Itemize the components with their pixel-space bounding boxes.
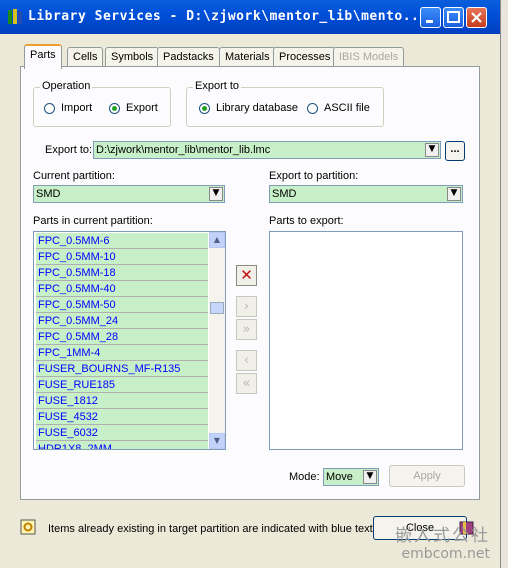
add-button[interactable]: ›	[236, 296, 257, 317]
parts-list-scrollbar[interactable]: ▲ ▼	[209, 232, 225, 449]
list-item[interactable]: FPC_0.5MM_28	[36, 329, 208, 345]
list-item[interactable]: FPC_1MM-4	[36, 345, 208, 361]
watermark: 嵌入式公社 embcom.net	[395, 521, 490, 562]
import-label: Import	[61, 102, 93, 114]
tab-processes[interactable]: Processes	[273, 47, 337, 67]
list-item[interactable]: FPC_0.5MM-50	[36, 297, 208, 313]
chevron-down-icon[interactable]: ▼	[209, 187, 223, 201]
app-icon	[8, 9, 22, 24]
export-to-group-label: Export to	[193, 80, 242, 92]
browse-button[interactable]: ...	[445, 141, 465, 161]
list-item[interactable]: FPC_0.5MM-18	[36, 265, 208, 281]
library-services-window: Library Services - D:\zjwork\mentor_lib\…	[0, 0, 500, 568]
import-radio[interactable]	[44, 103, 55, 114]
export-radio[interactable]	[109, 103, 120, 114]
mode-value: Move	[326, 471, 353, 483]
return-all-button[interactable]: «	[236, 373, 257, 394]
add-all-button[interactable]: »	[236, 319, 257, 340]
export-path-combo[interactable]: D:\zjwork\mentor_lib\mentor_lib.lmc ▼	[93, 141, 441, 159]
title-bar[interactable]: Library Services - D:\zjwork\mentor_lib\…	[0, 0, 500, 34]
info-icon	[20, 519, 36, 535]
parts-list-label: Parts in current partition:	[33, 215, 153, 227]
return-button[interactable]: ‹	[236, 350, 257, 371]
remove-button[interactable]: ✕	[236, 265, 257, 286]
minimize-button[interactable]	[420, 7, 441, 28]
mode-select[interactable]: Move ▼	[323, 468, 379, 486]
scroll-up-icon[interactable]: ▲	[209, 232, 225, 248]
list-item[interactable]: FUSER_BOURNS_MF-R135	[36, 361, 208, 377]
operation-group: Operation Import Export	[33, 80, 171, 127]
tab-cells[interactable]: Cells	[67, 47, 104, 67]
list-item[interactable]: FUSE_4532	[36, 409, 208, 425]
list-item[interactable]: FPC_0.5MM-10	[36, 249, 208, 265]
double-chevron-left-icon: «	[242, 376, 251, 391]
export-partition-label: Export to partition:	[269, 170, 359, 182]
close-window-button[interactable]	[466, 7, 487, 28]
close-icon	[471, 12, 482, 23]
ascii-file-label: ASCII file	[324, 102, 370, 114]
parts-listbox[interactable]: FPC_0.5MM-6 FPC_0.5MM-10 FPC_0.5MM-18 FP…	[33, 231, 226, 450]
chevron-down-icon[interactable]: ▼	[425, 143, 439, 157]
maximize-icon	[447, 11, 460, 23]
chevron-down-icon[interactable]: ▼	[447, 187, 461, 201]
export-partition-select[interactable]: SMD ▼	[269, 185, 463, 203]
apply-button[interactable]: Apply	[389, 465, 465, 487]
chevron-down-icon[interactable]: ▼	[363, 470, 377, 484]
list-item[interactable]: FPC_0.5MM_24	[36, 313, 208, 329]
background-window-edge	[500, 0, 508, 568]
current-partition-label: Current partition:	[33, 170, 115, 182]
list-item[interactable]: FUSE_1812	[36, 393, 208, 409]
scroll-down-icon[interactable]: ▼	[209, 433, 225, 449]
current-partition-select[interactable]: SMD ▼	[33, 185, 225, 203]
watermark-line2: embcom.net	[401, 546, 490, 562]
tab-padstacks[interactable]: Padstacks	[157, 47, 220, 67]
chevron-right-icon: ›	[243, 299, 250, 314]
tab-symbols[interactable]: Symbols	[105, 47, 160, 67]
operation-group-label: Operation	[40, 80, 93, 92]
ascii-file-radio[interactable]	[307, 103, 318, 114]
library-database-radio[interactable]	[199, 103, 210, 114]
watermark-line1: 嵌入式公社	[395, 526, 490, 546]
export-to-group: Export to Library database ASCII file	[186, 80, 384, 127]
export-partition-value: SMD	[272, 188, 297, 200]
status-text: Items already existing in target partiti…	[48, 523, 376, 535]
list-item[interactable]: HDR1X8_2MM	[36, 441, 208, 449]
double-chevron-right-icon: »	[242, 322, 251, 337]
window-title: Library Services - D:\zjwork\mentor_lib\…	[28, 9, 428, 24]
export-label: Export	[126, 102, 158, 114]
maximize-button[interactable]	[443, 7, 464, 28]
minimize-icon	[426, 20, 433, 23]
export-path-value: D:\zjwork\mentor_lib\mentor_lib.lmc	[96, 144, 271, 156]
parts-to-export-label: Parts to export:	[269, 215, 344, 227]
mode-label: Mode:	[289, 471, 320, 483]
list-item[interactable]: FUSE_6032	[36, 425, 208, 441]
library-database-label: Library database	[216, 102, 298, 114]
tab-ibis-models: IBIS Models	[333, 47, 405, 67]
chevron-left-icon: ‹	[243, 353, 250, 368]
export-to-label: Export to:	[45, 144, 93, 156]
close-icon: ✕	[240, 266, 253, 284]
current-partition-value: SMD	[36, 188, 61, 200]
tab-parts[interactable]: Parts	[24, 44, 62, 69]
parts-to-export-listbox[interactable]	[269, 231, 463, 450]
list-item[interactable]: FPC_0.5MM-40	[36, 281, 208, 297]
scroll-thumb[interactable]	[210, 302, 224, 314]
list-item[interactable]: FUSE_RUE185	[36, 377, 208, 393]
list-item[interactable]: FPC_0.5MM-6	[36, 233, 208, 249]
tab-materials[interactable]: Materials	[219, 47, 276, 67]
